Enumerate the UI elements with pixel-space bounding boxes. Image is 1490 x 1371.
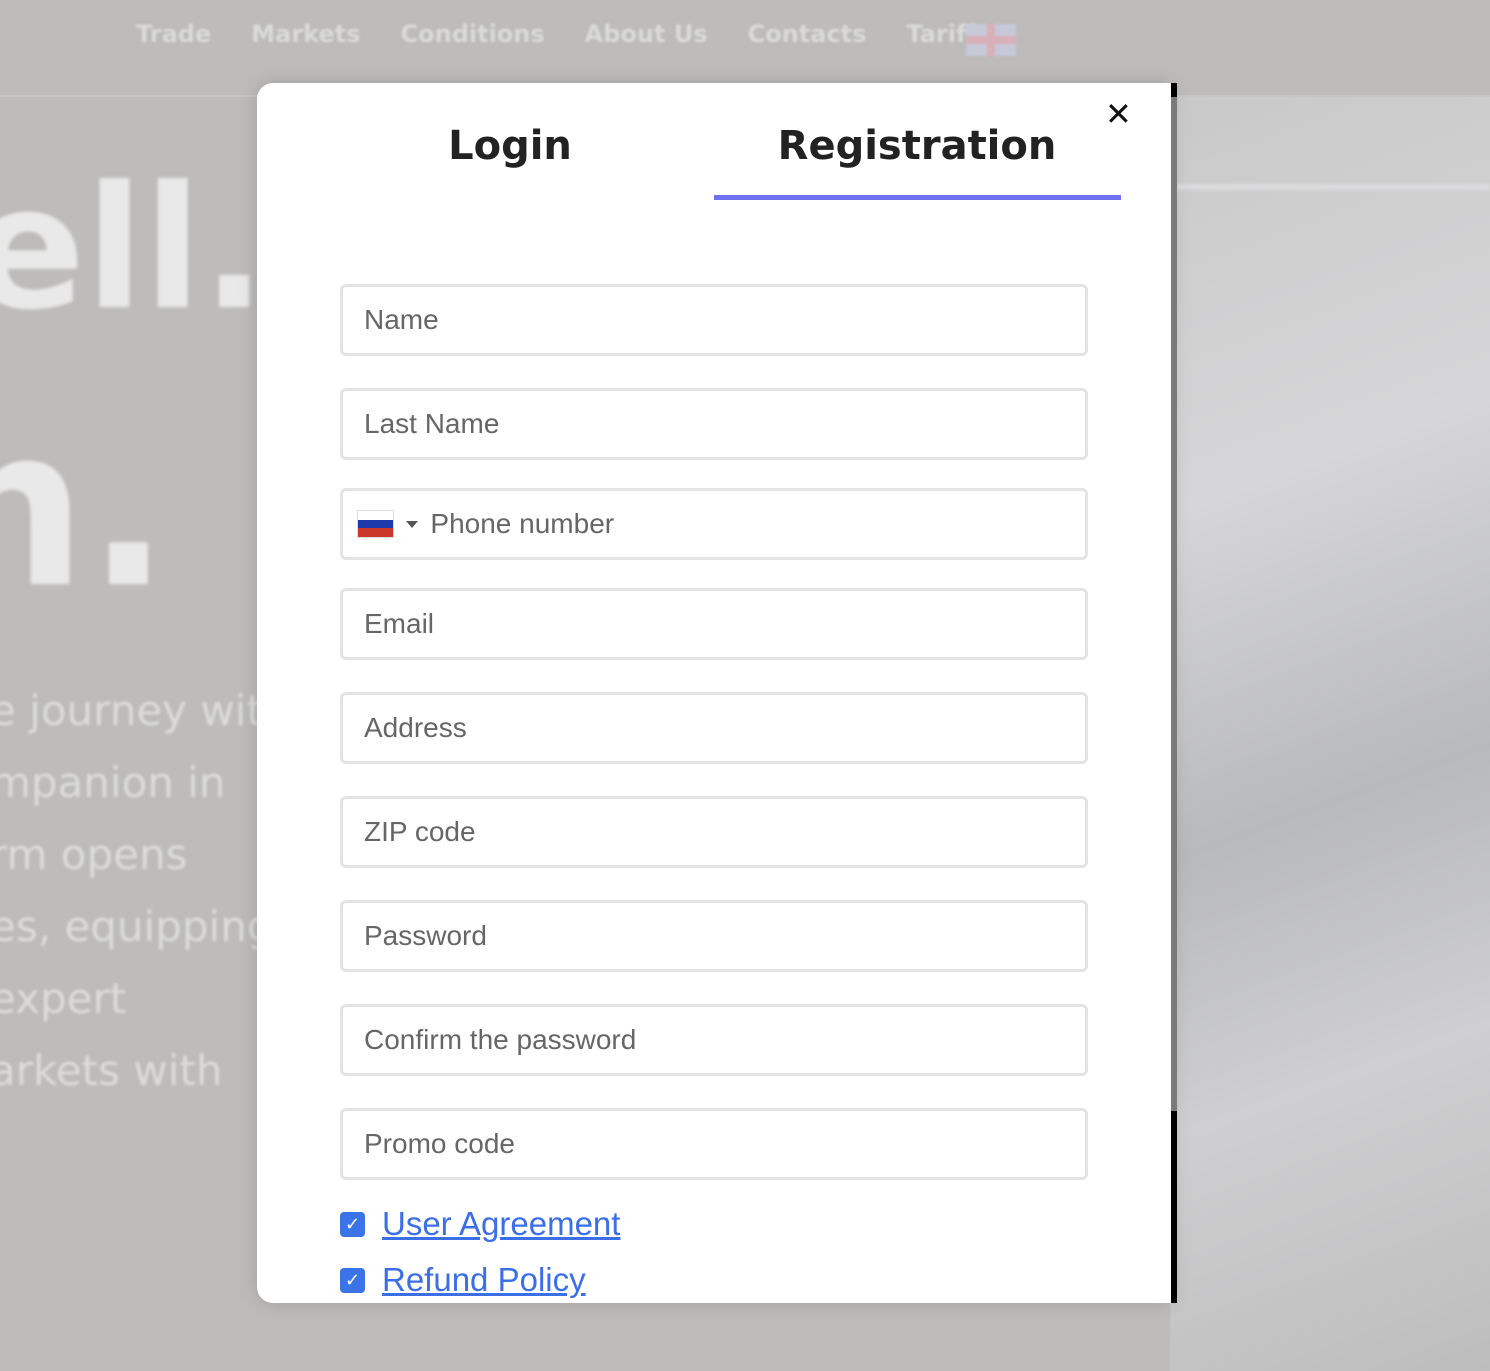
scrollbar-thumb[interactable] — [1171, 97, 1177, 1111]
address-input[interactable] — [364, 712, 1085, 744]
uk-flag-icon[interactable] — [966, 24, 1016, 56]
ru-flag-icon[interactable] — [357, 510, 395, 538]
nav-contacts[interactable]: Contacts — [748, 20, 867, 48]
hero-paragraph: e journey with mpanion in rm opens es, e… — [0, 675, 289, 1107]
active-tab-indicator — [714, 195, 1121, 200]
confirm-password-input[interactable] — [364, 1024, 1085, 1056]
refund-policy-row: ✓ Refund Policy — [340, 1261, 586, 1299]
password-input[interactable] — [364, 920, 1085, 952]
hero-text: n. — [0, 380, 171, 636]
refund-policy-link[interactable]: Refund Policy — [382, 1261, 586, 1299]
close-icon[interactable]: ✕ — [1105, 95, 1132, 133]
email-field[interactable] — [340, 588, 1088, 660]
user-agreement-checkbox[interactable]: ✓ — [340, 1211, 365, 1237]
paragraph-line: mpanion in — [0, 758, 226, 807]
email-input[interactable] — [364, 608, 1085, 640]
nav-trade[interactable]: Trade — [136, 20, 211, 48]
last-name-input[interactable] — [364, 408, 1085, 440]
tab-registration[interactable]: Registration — [778, 123, 1057, 169]
address-field[interactable] — [340, 692, 1088, 764]
zip-input[interactable] — [364, 816, 1085, 848]
hero-text: ell. — [0, 150, 267, 348]
refund-policy-checkbox[interactable]: ✓ — [340, 1267, 365, 1293]
nav-about[interactable]: About Us — [585, 20, 708, 48]
top-nav: Trade Markets Conditions About Us Contac… — [136, 20, 990, 48]
user-agreement-row: ✓ User Agreement — [340, 1205, 620, 1243]
last-name-field[interactable] — [340, 388, 1088, 460]
name-field[interactable] — [340, 284, 1088, 356]
nav-markets[interactable]: Markets — [251, 20, 360, 48]
zip-field[interactable] — [340, 796, 1088, 868]
paragraph-line: rm opens — [0, 830, 188, 879]
phone-field[interactable] — [340, 488, 1088, 560]
tab-login[interactable]: Login — [448, 123, 572, 169]
promo-code-field[interactable] — [340, 1108, 1088, 1180]
paragraph-line: expert — [0, 974, 127, 1023]
background-image — [1170, 95, 1490, 1371]
nav-conditions[interactable]: Conditions — [401, 20, 545, 48]
paragraph-line: e journey with — [0, 686, 290, 735]
password-field[interactable] — [340, 900, 1088, 972]
promo-code-input[interactable] — [364, 1128, 1085, 1160]
paragraph-line: arkets with — [0, 1046, 223, 1095]
name-input[interactable] — [364, 304, 1085, 336]
user-agreement-link[interactable]: User Agreement — [382, 1205, 620, 1243]
phone-input[interactable] — [430, 508, 1085, 540]
auth-modal: ✕ Login Registration ✓ User Agreement ✓ … — [257, 83, 1171, 1303]
paragraph-line: es, equipping — [0, 902, 274, 951]
confirm-password-field[interactable] — [340, 1004, 1088, 1076]
chevron-down-icon[interactable] — [406, 520, 419, 528]
